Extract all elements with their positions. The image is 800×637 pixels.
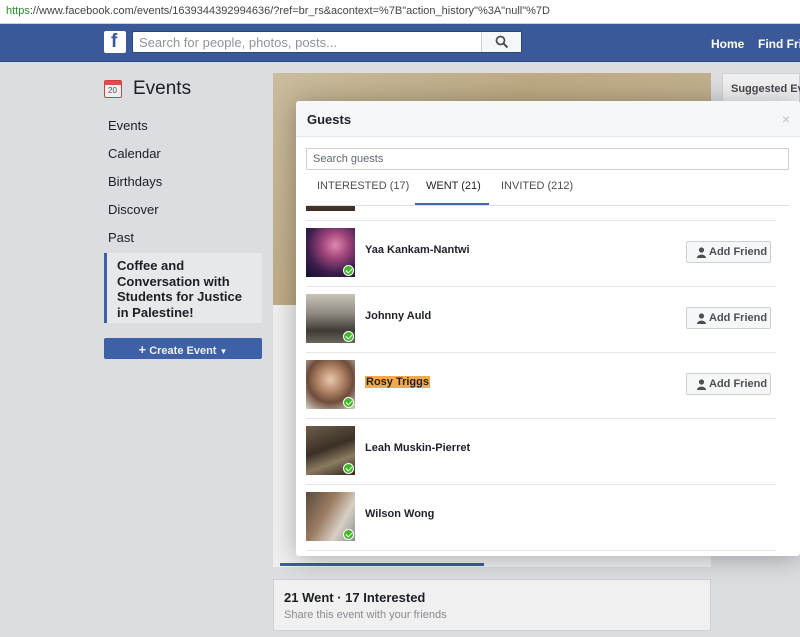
row-divider [306,484,776,485]
nav-home-link[interactable]: Home [711,37,744,51]
guest-name[interactable]: Rosy Triggs [365,376,430,388]
dialog-title: Guests [307,112,352,127]
search-icon [495,35,509,49]
dialog-header: Guests × [296,101,800,137]
guest-avatar[interactable] [306,294,355,343]
add-friend-label: Add Friend [709,378,768,390]
guest-avatar[interactable] [306,492,355,541]
row-divider [306,220,776,221]
tab-interested[interactable]: INTERESTED (17) [317,180,409,205]
guest-name[interactable]: Johnny Auld [365,310,431,322]
check-icon [343,397,354,408]
url-text[interactable]: https://www.facebook.com/events/16393443… [6,5,550,17]
guest-name[interactable]: Yaa Kankam-Nantwi [365,244,470,256]
url-scheme: https [6,5,30,17]
close-icon[interactable]: × [782,111,790,127]
row-divider [306,550,776,551]
person-icon [697,313,706,324]
guest-list[interactable]: Yaa Kankam-Nantwi Add Friend Johnny Auld… [306,206,789,556]
tab-went[interactable]: WENT (21) [415,180,489,205]
guest-name[interactable]: Wilson Wong [365,508,434,520]
search-guests-input[interactable]: Search guests [306,148,789,170]
search-input[interactable]: Search for people, photos, posts... [132,31,522,53]
add-friend-label: Add Friend [709,246,768,258]
check-icon [343,331,354,342]
guest-avatar[interactable] [306,206,355,211]
check-icon [343,463,354,474]
person-icon [697,247,706,258]
guest-avatar[interactable] [306,228,355,277]
add-friend-label: Add Friend [709,312,768,324]
add-friend-button[interactable]: Add Friend [686,241,771,263]
check-icon [343,529,354,540]
browser-address-bar[interactable]: https://www.facebook.com/events/16393443… [0,0,800,24]
search-button[interactable] [481,32,521,52]
row-divider [306,418,776,419]
add-friend-button[interactable]: Add Friend [686,307,771,329]
logo-letter: f [111,31,118,52]
search-guests-placeholder: Search guests [313,153,384,165]
add-friend-button[interactable]: Add Friend [686,373,771,395]
tab-invited[interactable]: INVITED (212) [501,180,573,205]
check-icon [343,265,354,276]
guest-avatar[interactable] [306,426,355,475]
row-divider [306,286,776,287]
nav-find-friends-link[interactable]: Find Frie [758,37,800,51]
guest-avatar[interactable] [306,360,355,409]
row-divider [306,352,776,353]
search-placeholder: Search for people, photos, posts... [139,35,338,50]
facebook-logo-icon[interactable]: f [104,31,126,53]
guest-name[interactable]: Leah Muskin-Pierret [365,442,470,454]
person-icon [697,379,706,390]
guests-dialog: Guests × Search guests INTERESTED (17) W… [296,101,800,556]
top-navigation-bar: f Search for people, photos, posts... Ho… [0,24,800,62]
